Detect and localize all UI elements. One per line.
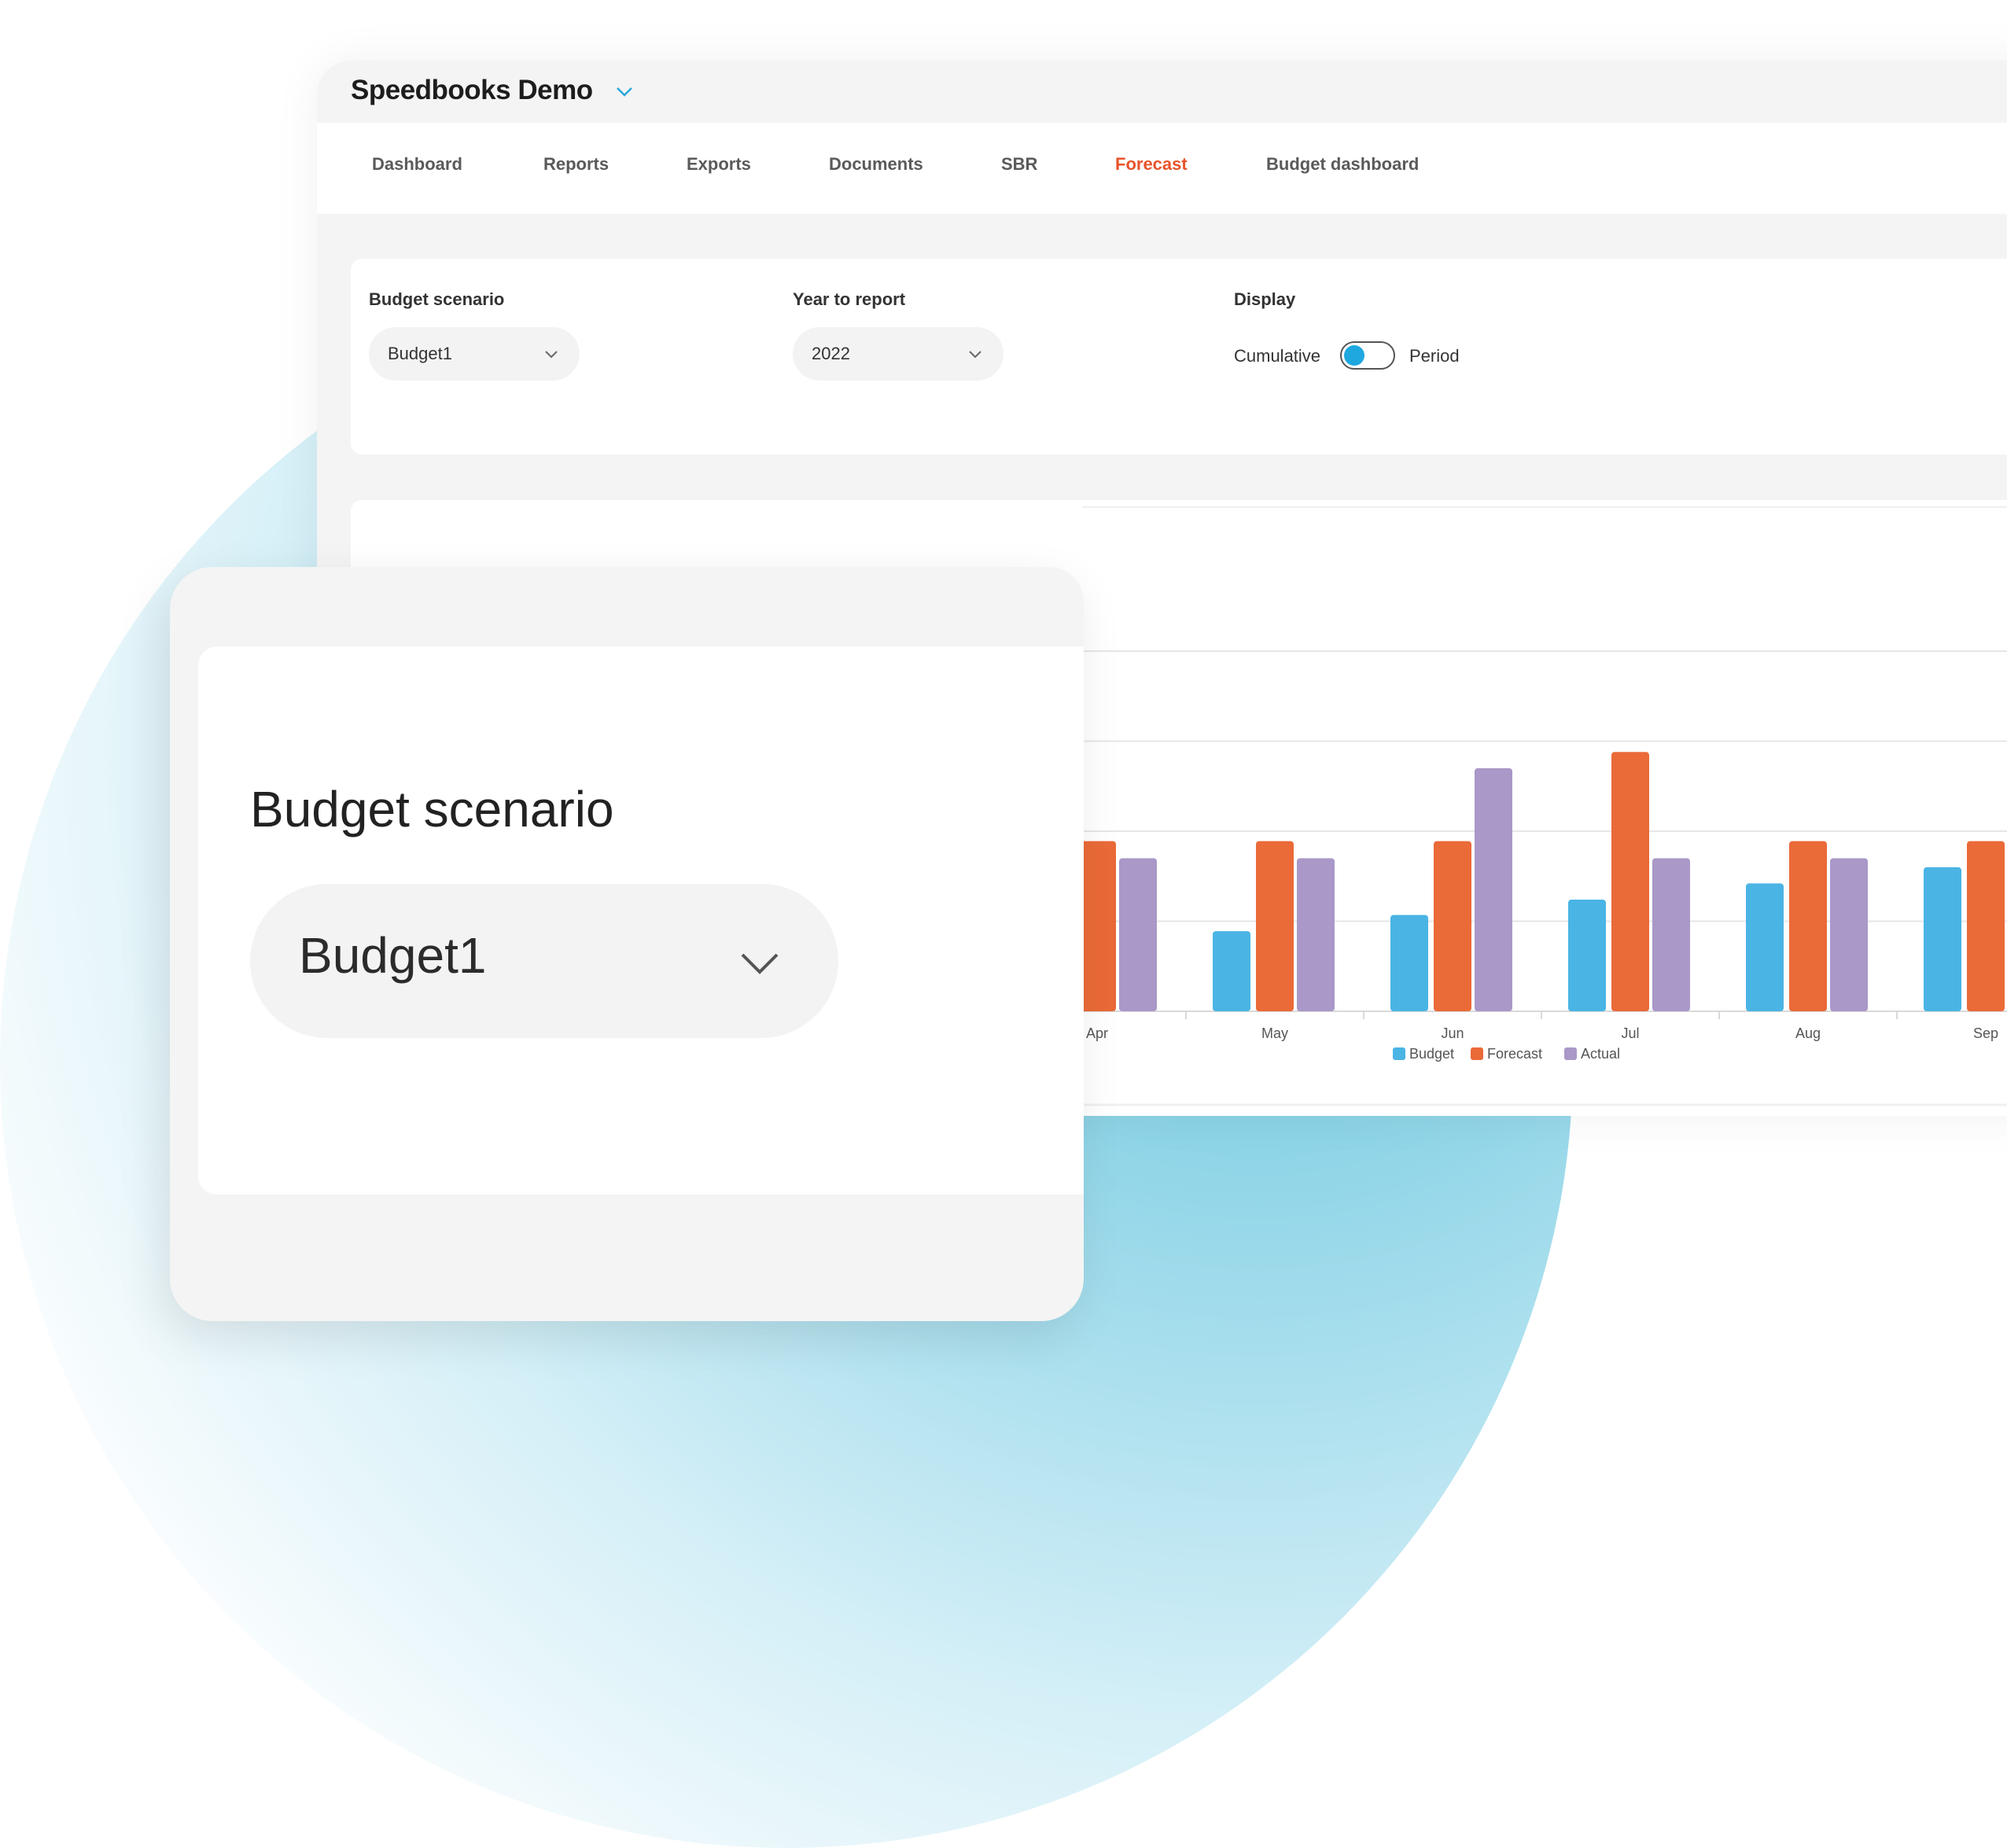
legend-swatch-budget [1393,1047,1405,1060]
x-tick-label: Jul [1621,1025,1639,1041]
nav-exports[interactable]: Exports [687,154,751,175]
nav-sbr[interactable]: SBR [1001,154,1037,175]
x-tick-label: May [1261,1025,1288,1041]
zoom-callout-card: Budget scenario Budget1 [170,567,1084,1321]
legend-label-forecast: Forecast [1487,1046,1542,1062]
year-to-report-select[interactable]: 2022 [793,327,1004,381]
legend-label-budget: Budget [1409,1046,1454,1062]
x-tick-label: Aug [1795,1025,1821,1041]
nav-documents[interactable]: Documents [829,154,923,175]
display-label: Display [1234,289,1296,309]
callout-budget-scenario-value: Budget1 [299,927,487,984]
period-label[interactable]: Period [1409,346,1460,366]
bar-forecast-jun [1434,841,1471,1011]
filters-card: Budget scenario Budget1 Year to report 2… [351,259,2007,455]
bar-actual-jul [1652,858,1690,1011]
bar-actual-jun [1475,768,1512,1011]
callout-budget-scenario-select[interactable]: Budget1 [250,884,838,1038]
chevron-down-icon [969,351,981,359]
bar-forecast-apr [1078,841,1116,1011]
chevron-down-icon[interactable] [613,79,636,103]
display-toggle[interactable] [1340,341,1395,370]
app-header: Speedbooks Demo [317,61,2007,123]
callout-budget-scenario-label: Budget scenario [250,781,614,837]
toggle-knob [1344,345,1364,366]
bar-forecast-aug [1789,841,1827,1011]
bar-forecast-sep [1967,841,2005,1011]
budget-scenario-value: Budget1 [388,344,452,363]
x-tick-label: Sep [1973,1025,1998,1041]
budget-scenario-label: Budget scenario [369,289,505,309]
bar-forecast-jul [1611,752,1649,1011]
company-title[interactable]: Speedbooks Demo [351,75,593,106]
cumulative-label[interactable]: Cumulative [1234,346,1320,366]
chevron-down-icon [741,953,779,974]
legend-label-actual: Actual [1581,1046,1620,1062]
year-to-report-label: Year to report [793,289,906,309]
chevron-down-icon [545,351,558,359]
bar-budget-may [1213,931,1250,1011]
main-nav: Dashboard Reports Exports Documents SBR … [317,123,2007,214]
bar-budget-aug [1746,883,1784,1011]
bar-actual-may [1297,858,1335,1011]
legend-swatch-actual [1564,1047,1577,1060]
bar-forecast-may [1256,841,1294,1011]
bar-actual-aug [1830,858,1868,1011]
bar-budget-sep [1924,867,1961,1011]
nav-dashboard[interactable]: Dashboard [372,154,462,175]
year-to-report-value: 2022 [812,344,850,363]
budget-scenario-select[interactable]: Budget1 [369,327,580,381]
x-tick-label: Apr [1086,1025,1108,1041]
nav-forecast[interactable]: Forecast [1115,154,1188,175]
x-tick-label: Jun [1441,1025,1464,1041]
zoom-callout-inner: Budget scenario Budget1 [198,646,1084,1195]
nav-budget-dashboard[interactable]: Budget dashboard [1266,154,1419,175]
bar-budget-jun [1390,915,1428,1011]
bar-budget-jul [1568,900,1606,1011]
bar-actual-apr [1119,858,1157,1011]
legend-swatch-forecast [1471,1047,1483,1060]
nav-reports[interactable]: Reports [543,154,609,175]
